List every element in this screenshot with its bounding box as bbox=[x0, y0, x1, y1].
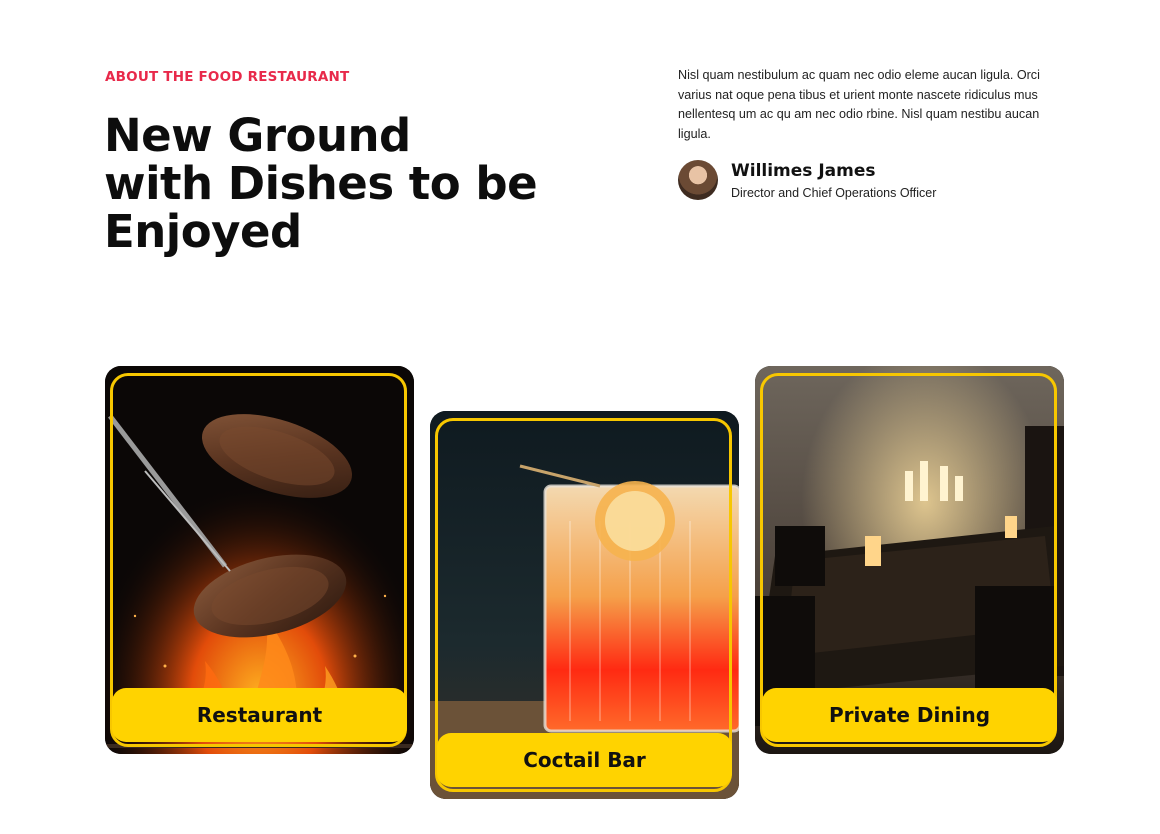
card-label-private-dining[interactable]: Private Dining bbox=[762, 688, 1057, 742]
headline-line-2: with Dishes to be bbox=[104, 157, 538, 210]
card-private-dining[interactable]: Private Dining bbox=[755, 366, 1064, 754]
about-headline: New Ground with Dishes to be Enjoyed bbox=[104, 112, 544, 256]
card-label-coctail-bar[interactable]: Coctail Bar bbox=[437, 733, 732, 787]
author-block: Willimes James Director and Chief Operat… bbox=[678, 160, 936, 200]
about-eyebrow: ABOUT THE FOOD RESTAURANT bbox=[105, 69, 350, 85]
headline-line-3: Enjoyed bbox=[104, 205, 302, 258]
about-intro-text: Nisl quam nestibulum ac quam nec odio el… bbox=[678, 68, 1040, 141]
author-name: Willimes James bbox=[731, 161, 876, 181]
author-text: Willimes James Director and Chief Operat… bbox=[731, 160, 936, 200]
card-coctail-bar[interactable]: Coctail Bar bbox=[430, 411, 739, 799]
card-label-restaurant[interactable]: Restaurant bbox=[112, 688, 407, 742]
avatar bbox=[678, 160, 718, 200]
headline-line-1: New Ground bbox=[104, 109, 411, 162]
author-role: Director and Chief Operations Officer bbox=[731, 186, 937, 200]
card-restaurant[interactable]: Restaurant bbox=[105, 366, 414, 754]
